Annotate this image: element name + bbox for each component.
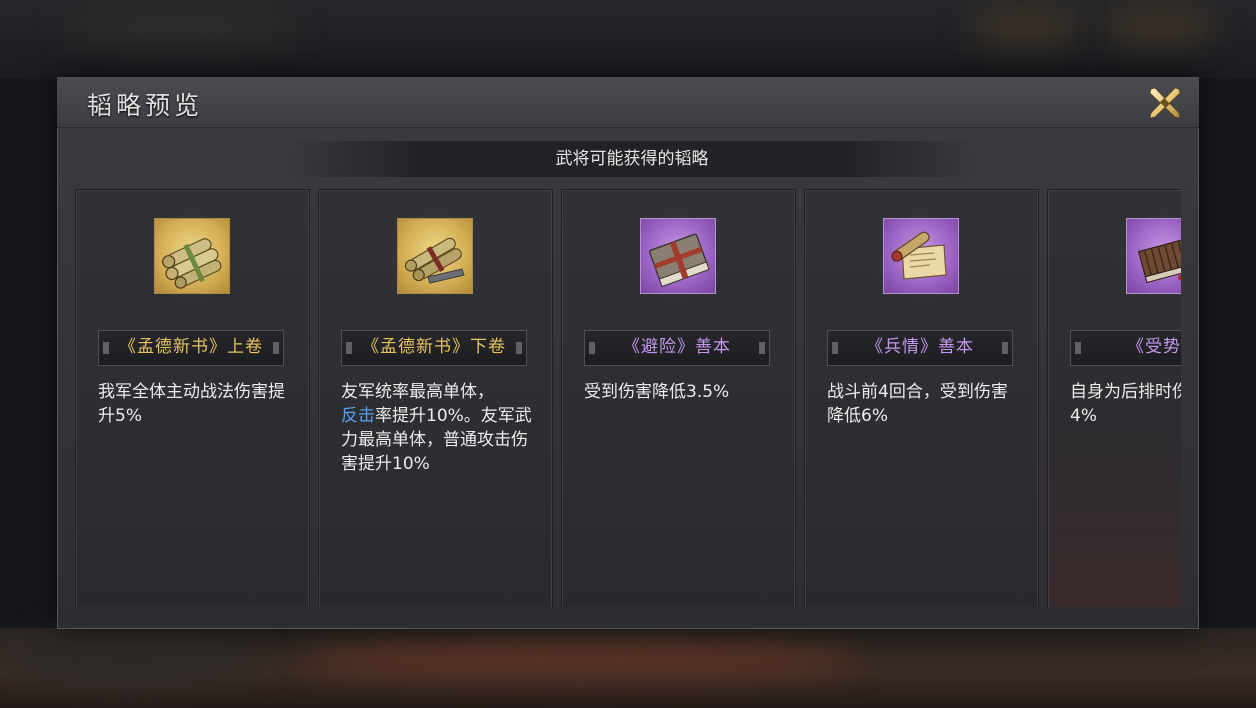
bamboo-book-icon <box>1137 237 1181 284</box>
tactic-icon-frame <box>883 218 959 294</box>
tactic-name: 《兵情》善本 <box>827 330 1013 366</box>
background-blur-shape <box>300 640 860 680</box>
background-blur-shape <box>1105 6 1215 46</box>
scroll-bundle-icon <box>162 238 222 289</box>
tactic-description: 自身为后排时伤害降低4% <box>1070 382 1181 426</box>
tactic-description: 友军统率最高单体， 反击率提升10%。友军武力最高单体，普通攻击伤害提升10% <box>341 380 537 476</box>
background-blur-shape <box>0 630 260 690</box>
tactic-icon-frame <box>154 218 230 294</box>
tactic-card[interactable]: 《受势》 自身为后排时伤害降低4% <box>1047 189 1181 607</box>
tactic-description: 战斗前4回合，受到伤害降低6% <box>827 382 1008 426</box>
tactic-name: 《避险》善本 <box>584 330 770 366</box>
section-subtitle: 武将可能获得的韬略 <box>287 141 977 177</box>
tactic-name: 《受势》 <box>1070 330 1181 366</box>
tactic-icon-frame <box>640 218 716 294</box>
open-scroll-icon <box>891 231 947 280</box>
tactic-card[interactable]: 《兵情》善本 战斗前4回合，受到伤害降低6% <box>804 189 1039 607</box>
counterattack-keyword-link[interactable]: 反击 <box>341 406 375 426</box>
tactic-icon-frame <box>1126 218 1181 294</box>
tactic-card[interactable]: 《避险》善本 受到伤害降低3.5% <box>561 189 796 607</box>
tactic-name: 《孟德新书》下卷 <box>341 330 527 366</box>
close-crossed-swords-icon <box>1149 87 1181 119</box>
tactics-preview-dialog: 韬略预览 武将可能获得的韬略 《孟德新书》上卷 我军全体主动战法伤害提升5% 《… <box>57 77 1199 629</box>
tactic-card[interactable]: 《孟德新书》上卷 我军全体主动战法伤害提升5% <box>75 189 310 607</box>
description-text: 友军统率最高单体， <box>341 382 494 402</box>
tactic-card[interactable]: 《孟德新书》下卷 友军统率最高单体， 反击率提升10%。友军武力最高单体，普通攻击… <box>318 189 553 607</box>
tactic-name: 《孟德新书》上卷 <box>98 330 284 366</box>
close-button[interactable] <box>1145 83 1185 123</box>
dialog-title: 韬略预览 <box>87 91 204 120</box>
tactic-description: 受到伤害降低3.5% <box>584 382 730 402</box>
scroll-bundle-icon <box>404 237 465 284</box>
background-blur-shape <box>970 6 1080 46</box>
tactic-description: 我军全体主动战法伤害提升5% <box>98 382 285 426</box>
dialog-header: 韬略预览 <box>57 77 1199 128</box>
tactics-card-list[interactable]: 《孟德新书》上卷 我军全体主动战法伤害提升5% 《孟德新书》下卷 友军统率最高单… <box>75 189 1181 607</box>
tactic-icon-frame <box>397 218 473 294</box>
background-blur-shape <box>60 8 300 44</box>
book-icon <box>648 233 710 288</box>
